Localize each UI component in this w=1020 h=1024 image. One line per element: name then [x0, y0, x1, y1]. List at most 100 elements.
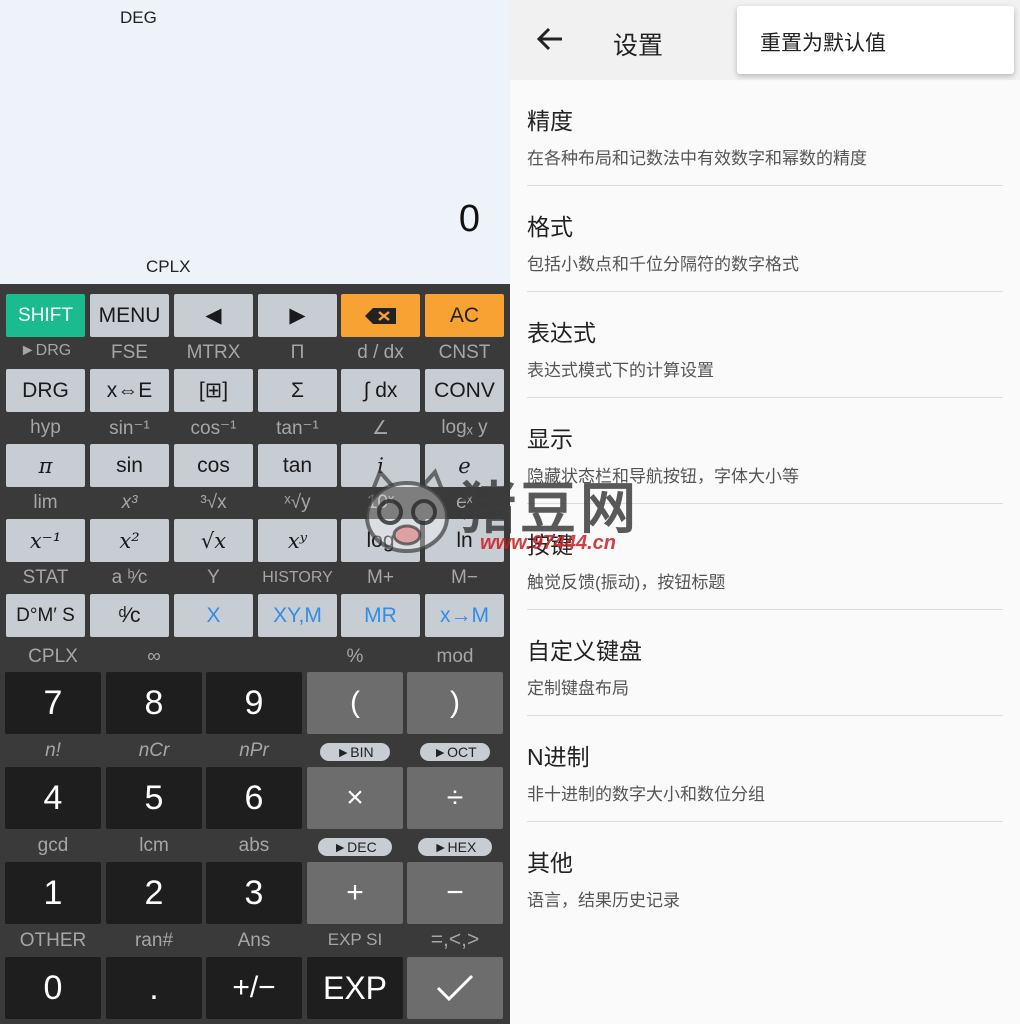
digit-7-key[interactable]: 7 [5, 672, 101, 734]
setting-description: 非十进制的数字大小和数位分组 [527, 785, 765, 804]
label-arcsin: sin⁻¹ [109, 418, 150, 439]
setting-other[interactable]: 其他 语言，结果历史记录 [527, 822, 1003, 928]
label-exp-power: eˣ [456, 492, 473, 513]
euler-key[interactable]: e [425, 444, 504, 487]
sign-toggle-key[interactable]: +/− [206, 957, 302, 1019]
pi-key[interactable]: π [6, 444, 85, 487]
setting-description: 语言，结果历史记录 [527, 891, 680, 910]
reciprocal-key[interactable]: x⁻¹ [6, 519, 85, 562]
label-ten-power: 10ˣ [366, 492, 395, 513]
x-e-swap-key[interactable]: x⇔E [90, 369, 169, 412]
label-angle: ∠ [371, 418, 390, 439]
label-stat: STAT [22, 567, 69, 588]
setting-format[interactable]: 格式 包括小数点和千位分隔符的数字格式 [527, 186, 1003, 292]
cos-key[interactable]: cos [174, 444, 253, 487]
label-fse: FSE [111, 342, 148, 363]
cursor-left-key[interactable]: ◀ [174, 294, 253, 337]
label-log-base: logₓ y [441, 417, 488, 438]
reset-defaults-menu-item[interactable]: 重置为默认值 [760, 27, 886, 57]
label-abs: abs [238, 835, 270, 856]
dms-key[interactable]: D°M′ S [6, 594, 85, 637]
store-memory-key[interactable]: x→M [425, 594, 504, 637]
integral-key[interactable]: ∫ dx [341, 369, 420, 412]
setting-title: 按键 [527, 532, 573, 558]
label-lcm: lcm [139, 835, 169, 856]
digit-3-key[interactable]: 3 [206, 862, 302, 924]
fraction-key[interactable]: ᵈ⁄c [90, 594, 169, 637]
label-hyp: hyp [30, 417, 61, 438]
shift-key[interactable]: SHIFT [6, 294, 85, 337]
open-paren-key[interactable]: ( [307, 672, 403, 734]
setting-display[interactable]: 显示 隐藏状态栏和导航按钮，字体大小等 [527, 398, 1003, 504]
digit-5-key[interactable]: 5 [106, 767, 202, 829]
label-npr: nPr [239, 740, 269, 761]
cursor-right-key[interactable]: ▶ [258, 294, 337, 337]
close-paren-key[interactable]: ) [407, 672, 503, 734]
plus-key[interactable]: + [307, 862, 403, 924]
overflow-menu: 重置为默认值 [737, 6, 1014, 74]
calculator-display: DEG 0 CPLX [0, 0, 510, 284]
digit-2-key[interactable]: 2 [106, 862, 202, 924]
sqrt-key[interactable]: √x [174, 519, 253, 562]
label-exp-si: EXP SI [327, 930, 383, 949]
setting-description: 隐藏状态栏和导航按钮，字体大小等 [527, 467, 799, 486]
power-key[interactable]: xʸ [258, 519, 337, 562]
digit-9-key[interactable]: 9 [206, 672, 302, 734]
calculator-panel: DEG 0 CPLX SHIFT MENU ◀ ▶ AC ►DRG FSE MT… [0, 0, 510, 1024]
log-key[interactable]: log [341, 519, 420, 562]
divide-key[interactable]: ÷ [407, 767, 503, 829]
digit-1-key[interactable]: 1 [5, 862, 101, 924]
label-lim: lim [33, 492, 58, 513]
sum-key[interactable]: Σ [258, 369, 337, 412]
backspace-key[interactable] [341, 294, 420, 337]
imaginary-key[interactable]: i [341, 444, 420, 487]
label-cnst: CNST [438, 342, 491, 363]
checkmark-icon [436, 974, 474, 1002]
sin-key[interactable]: sin [90, 444, 169, 487]
label-percent: % [346, 646, 364, 667]
complex-mode-indicator: CPLX [146, 257, 191, 276]
menu-key[interactable]: MENU [90, 294, 169, 337]
angle-mode-indicator: DEG [120, 8, 157, 27]
equals-key[interactable] [407, 957, 503, 1019]
back-arrow-icon[interactable] [536, 24, 564, 54]
digit-6-key[interactable]: 6 [206, 767, 302, 829]
label-gcd: gcd [37, 835, 69, 856]
digit-4-key[interactable]: 4 [5, 767, 101, 829]
matrix-key[interactable]: [⊞] [174, 369, 253, 412]
ln-key[interactable]: ln [425, 519, 504, 562]
xy-m-key[interactable]: XY,M [258, 594, 337, 637]
setting-expression[interactable]: 表达式 表达式模式下的计算设置 [527, 292, 1003, 398]
digit-8-key[interactable]: 8 [106, 672, 202, 734]
memory-recall-key[interactable]: MR [341, 594, 420, 637]
label-cube-root: ³√x [200, 492, 227, 513]
label-random: ran# [134, 930, 174, 951]
label-mod: mod [436, 646, 474, 667]
setting-title: 精度 [527, 108, 573, 134]
multiply-key[interactable]: × [307, 767, 403, 829]
setting-title: 其他 [527, 850, 573, 876]
conv-key[interactable]: CONV [425, 369, 504, 412]
label-ans: Ans [237, 930, 271, 951]
all-clear-key[interactable]: AC [425, 294, 504, 337]
display-value: 0 [458, 198, 480, 240]
setting-description: 包括小数点和千位分隔符的数字格式 [527, 255, 799, 274]
drg-key[interactable]: DRG [6, 369, 85, 412]
setting-description: 在各种布局和记数法中有效数字和幂数的精度 [527, 149, 867, 168]
square-key[interactable]: x² [90, 519, 169, 562]
setting-keys[interactable]: 按键 触觉反馈(振动)，按钮标题 [527, 504, 1003, 610]
digit-0-key[interactable]: 0 [5, 957, 101, 1019]
setting-title: 自定义键盘 [527, 638, 642, 664]
exp-key[interactable]: EXP [307, 957, 403, 1019]
decimal-point-key[interactable]: . [106, 957, 202, 1019]
x-var-key[interactable]: X [174, 594, 253, 637]
tan-key[interactable]: tan [258, 444, 337, 487]
setting-custom-keyboard[interactable]: 自定义键盘 定制键盘布局 [527, 610, 1003, 716]
setting-number-base[interactable]: N进制 非十进制的数字大小和数位分组 [527, 716, 1003, 822]
app-bar: 设置 重置为默认值 [510, 0, 1020, 80]
minus-key[interactable]: − [407, 862, 503, 924]
setting-title: 显示 [527, 426, 573, 452]
label-factorial: n! [45, 740, 61, 761]
setting-precision[interactable]: 精度 在各种布局和记数法中有效数字和幂数的精度 [527, 80, 1003, 186]
label-product: Π [290, 342, 305, 363]
